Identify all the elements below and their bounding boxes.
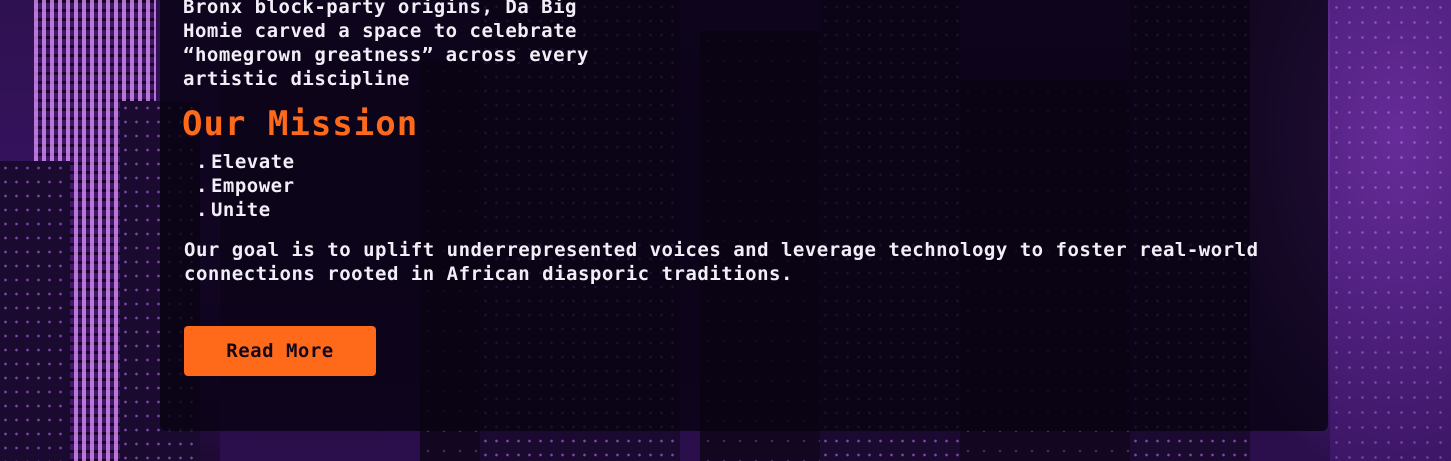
- pillar-label: Elevate: [210, 151, 295, 173]
- background-building: [1330, 0, 1451, 461]
- intro-line: “homegrown greatness” across every: [183, 44, 589, 66]
- bullet: .: [196, 175, 208, 197]
- mission-goal-text: Our goal is to uplift underrepresented v…: [184, 239, 1259, 285]
- bullet: .: [196, 199, 208, 221]
- intro-text: Bronx block-party origins, Da Big Homie …: [183, 0, 743, 91]
- intro-line: artistic discipline: [183, 68, 410, 90]
- list-item: . Empower: [196, 174, 295, 198]
- list-item: . Unite: [196, 198, 295, 222]
- intro-line: Bronx block-party origins, Da Big: [183, 0, 577, 18]
- mission-pillars-list: . Elevate . Empower . Unite: [196, 150, 295, 222]
- pillar-label: Unite: [210, 199, 271, 221]
- bullet: .: [196, 151, 208, 173]
- pillar-label: Empower: [210, 175, 295, 197]
- mission-heading: Our Mission: [182, 104, 419, 144]
- list-item: . Elevate: [196, 150, 295, 174]
- background-building: [0, 161, 70, 461]
- read-more-button[interactable]: Read More: [184, 326, 376, 376]
- intro-line: Homie carved a space to celebrate: [183, 20, 577, 42]
